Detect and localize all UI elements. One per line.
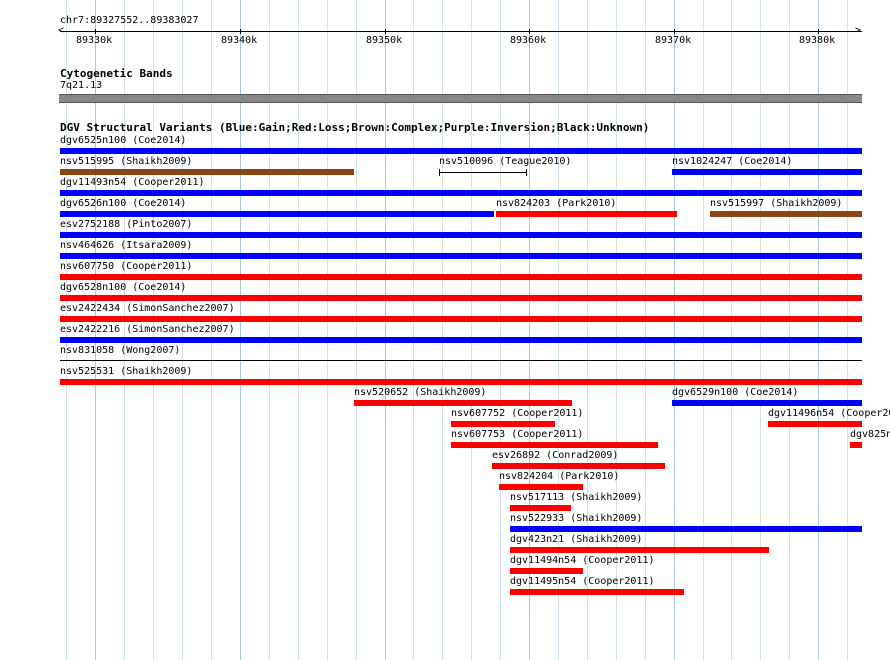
variant-label[interactable]: dgv11496n54 (Cooper2011): [768, 408, 890, 420]
variant-label[interactable]: dgv6526n100 (Coe2014): [60, 198, 186, 210]
variant-bar[interactable]: [710, 211, 862, 217]
variant-bar[interactable]: [60, 295, 862, 301]
variant-label[interactable]: dgv6525n100 (Coe2014): [60, 135, 186, 147]
variant-label[interactable]: dgv11493n54 (Cooper2011): [60, 177, 205, 189]
variant-label[interactable]: nsv510096 (Teague2010): [439, 156, 571, 168]
variant-bar[interactable]: [492, 463, 665, 469]
variant-label[interactable]: dgv825n: [850, 429, 890, 441]
ruler-tick: [385, 29, 386, 34]
variant-label[interactable]: esv2422216 (SimonSanchez2007): [60, 324, 235, 336]
cytoband-label: 7q21.13: [60, 80, 103, 91]
variant-bar[interactable]: [451, 442, 658, 448]
ruler-tick: [818, 29, 819, 34]
variant-bar[interactable]: [451, 421, 555, 427]
variant-label[interactable]: nsv525531 (Shaikh2009): [60, 366, 192, 378]
ruler-tick: [529, 29, 530, 34]
ruler-tick: [240, 29, 241, 34]
variant-bar[interactable]: [60, 169, 354, 175]
variant-label[interactable]: nsv831058 (Wong2007): [60, 345, 180, 357]
variant-label[interactable]: esv2422434 (SimonSanchez2007): [60, 303, 235, 315]
variant-label[interactable]: dgv6529n100 (Coe2014): [672, 387, 798, 399]
variant-label[interactable]: dgv11495n54 (Cooper2011): [510, 576, 655, 588]
ruler-tick-label: 89340k: [221, 35, 258, 46]
variant-bar-end: [526, 169, 527, 176]
ruler-tick-label: 89370k: [655, 35, 692, 46]
variant-bar[interactable]: [510, 547, 769, 553]
variant-bar[interactable]: [439, 172, 526, 173]
variant-label[interactable]: nsv607752 (Cooper2011): [451, 408, 583, 420]
variant-bar[interactable]: [496, 211, 677, 217]
variant-bar[interactable]: [510, 568, 583, 574]
variant-label[interactable]: esv2752188 (Pinto2007): [60, 219, 192, 231]
genome-browser-view: chr7:89327552..89383027 < > 89330k89340k…: [0, 0, 890, 660]
dgv-track-title: DGV Structural Variants (Blue:Gain;Red:L…: [60, 121, 650, 134]
cytoband-bar[interactable]: [59, 94, 862, 103]
variant-bar[interactable]: [510, 589, 684, 595]
variant-label[interactable]: nsv515997 (Shaikh2009): [710, 198, 842, 210]
scroll-right-icon[interactable]: >: [855, 26, 861, 36]
variant-bar[interactable]: [60, 211, 494, 217]
variant-bar[interactable]: [672, 169, 862, 175]
ruler-tick-label: 89380k: [799, 35, 836, 46]
variant-bar[interactable]: [60, 148, 862, 154]
variant-bar[interactable]: [60, 253, 862, 259]
variant-label[interactable]: nsv520652 (Shaikh2009): [354, 387, 486, 399]
ruler-tick-label: 89360k: [510, 35, 547, 46]
variant-label[interactable]: nsv515995 (Shaikh2009): [60, 156, 192, 168]
variant-bar[interactable]: [60, 190, 862, 196]
variant-bar[interactable]: [672, 400, 862, 406]
variant-bar[interactable]: [60, 379, 862, 385]
variant-label[interactable]: esv26892 (Conrad2009): [492, 450, 618, 462]
variant-label[interactable]: nsv607750 (Cooper2011): [60, 261, 192, 273]
variant-bar-end: [439, 169, 440, 176]
variant-label[interactable]: nsv824204 (Park2010): [499, 471, 619, 483]
variant-label[interactable]: nsv517113 (Shaikh2009): [510, 492, 642, 504]
variant-label[interactable]: nsv824203 (Park2010): [496, 198, 616, 210]
ruler-tick: [95, 29, 96, 34]
ruler-tick: [674, 29, 675, 34]
variant-label[interactable]: nsv1024247 (Coe2014): [672, 156, 792, 168]
variant-bar[interactable]: [354, 400, 572, 406]
variant-label[interactable]: dgv423n21 (Shaikh2009): [510, 534, 642, 546]
region-label: chr7:89327552..89383027: [60, 15, 199, 26]
variant-label[interactable]: nsv607753 (Cooper2011): [451, 429, 583, 441]
variant-label[interactable]: dgv6528n100 (Coe2014): [60, 282, 186, 294]
variant-bar[interactable]: [499, 484, 583, 490]
variant-bar[interactable]: [60, 232, 862, 238]
ruler-axis: [60, 31, 862, 32]
variant-bar[interactable]: [60, 337, 862, 343]
variant-label[interactable]: dgv11494n54 (Cooper2011): [510, 555, 655, 567]
variant-bar[interactable]: [60, 274, 862, 280]
variant-bar[interactable]: [60, 316, 862, 322]
variant-bar[interactable]: [510, 526, 862, 532]
variant-bar[interactable]: [60, 360, 862, 361]
ruler-tick-label: 89350k: [366, 35, 403, 46]
cytoband-track-title: Cytogenetic Bands: [60, 67, 173, 80]
ruler-tick-label: 89330k: [76, 35, 113, 46]
variant-label[interactable]: nsv464626 (Itsara2009): [60, 240, 192, 252]
variant-bar[interactable]: [850, 442, 862, 448]
variant-bar[interactable]: [510, 505, 571, 511]
variant-label[interactable]: nsv522933 (Shaikh2009): [510, 513, 642, 525]
variant-bar[interactable]: [768, 421, 862, 427]
